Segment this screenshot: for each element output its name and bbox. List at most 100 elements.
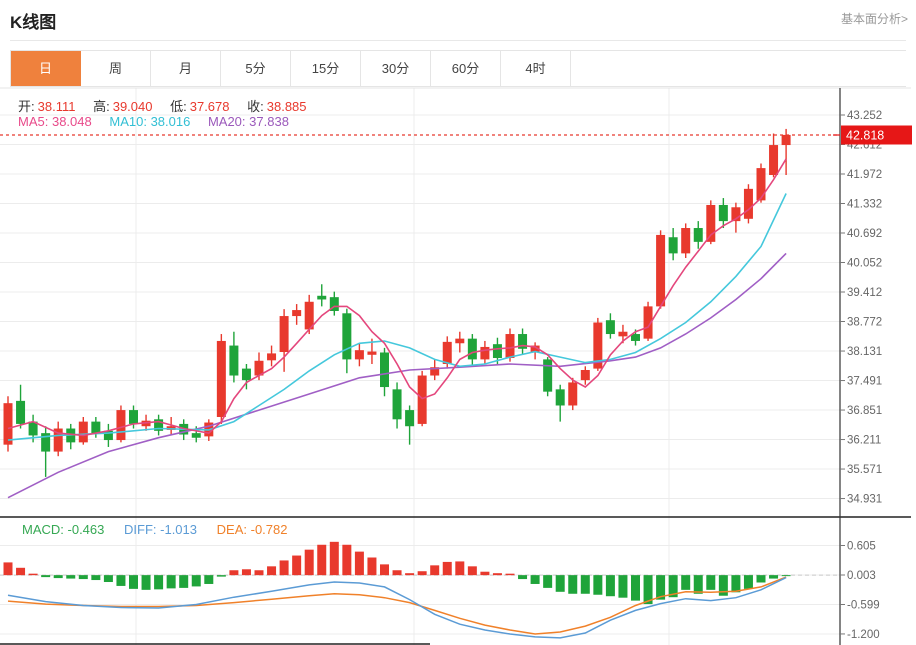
y-axis-label: 37.491: [847, 376, 882, 388]
candle[interactable]: [79, 417, 88, 445]
candle-body: [455, 339, 464, 344]
candle[interactable]: [468, 334, 477, 366]
y-axis-label: 38.131: [847, 346, 882, 358]
macd-bar: [393, 570, 402, 575]
macd-bar: [280, 560, 289, 575]
candle[interactable]: [430, 359, 439, 380]
macd-bar: [242, 569, 251, 575]
candle[interactable]: [66, 424, 75, 449]
candle[interactable]: [606, 313, 615, 338]
macd-bar: [355, 552, 364, 576]
macd-bar: [581, 575, 590, 594]
candle-body: [367, 352, 376, 355]
candle[interactable]: [744, 184, 753, 223]
candle-body: [418, 376, 427, 424]
macd-bar: [330, 542, 339, 575]
macd-bar: [367, 558, 376, 576]
candle[interactable]: [116, 405, 125, 442]
candlestick-series: [4, 129, 791, 477]
y-axis-label: 35.571: [847, 464, 882, 476]
candle[interactable]: [317, 284, 326, 306]
candle-body: [480, 347, 489, 359]
candle[interactable]: [229, 332, 238, 383]
macd-bar: [129, 575, 138, 589]
macd-bar: [167, 575, 176, 588]
candle[interactable]: [656, 230, 665, 308]
candle-body: [694, 228, 703, 242]
close-label: 收:: [247, 99, 264, 114]
diff-value: -1.013: [160, 522, 197, 537]
candle[interactable]: [342, 309, 351, 374]
candle[interactable]: [330, 292, 339, 316]
candle[interactable]: [54, 422, 63, 457]
low-value: 37.678: [190, 99, 230, 114]
macd-bar: [518, 575, 527, 579]
candle[interactable]: [681, 223, 690, 258]
macd-bar: [480, 572, 489, 575]
macd-bar: [79, 575, 88, 579]
macd-bar: [29, 574, 38, 575]
candle[interactable]: [480, 341, 489, 364]
candle[interactable]: [543, 357, 552, 396]
macd-histogram: [0, 542, 840, 604]
candle-body: [543, 359, 552, 391]
macd-bar: [317, 545, 326, 575]
candle[interactable]: [393, 382, 402, 428]
macd-info-bar: MACD: -0.463 DIFF: -1.013 DEA: -0.782: [22, 522, 287, 537]
macd-bar: [681, 575, 690, 590]
candle[interactable]: [581, 366, 590, 384]
candle[interactable]: [91, 417, 100, 438]
macd-bar: [405, 573, 414, 575]
candle[interactable]: [16, 385, 25, 429]
candle[interactable]: [706, 200, 715, 244]
y-axis-label: 34.931: [847, 494, 882, 506]
candle[interactable]: [280, 309, 289, 372]
candle[interactable]: [694, 221, 703, 249]
candle-body: [342, 313, 351, 359]
candle[interactable]: [455, 332, 464, 353]
candle[interactable]: [769, 134, 778, 178]
candle[interactable]: [782, 129, 791, 175]
y-axis-label: 0.605: [847, 541, 876, 553]
candle-body: [267, 353, 276, 360]
candle-body: [656, 235, 665, 306]
macd-bar: [305, 550, 314, 575]
y-axis-label: 38.772: [847, 317, 882, 329]
high-value: 39.040: [113, 99, 153, 114]
macd-bar: [418, 571, 427, 575]
macd-bar: [757, 575, 766, 582]
candle[interactable]: [556, 385, 565, 422]
macd-bar: [618, 575, 627, 598]
candle[interactable]: [217, 334, 226, 424]
macd-bar: [142, 575, 151, 590]
macd-bar: [531, 575, 540, 584]
candle-body: [355, 350, 364, 359]
y-axis-label: 39.412: [847, 287, 882, 299]
candle[interactable]: [380, 348, 389, 396]
candle-body: [393, 389, 402, 419]
candle-body: [380, 352, 389, 387]
candle[interactable]: [405, 405, 414, 444]
candle[interactable]: [154, 415, 163, 436]
candle[interactable]: [355, 343, 364, 366]
macd-bar: [744, 575, 753, 589]
candle[interactable]: [104, 424, 113, 447]
candle[interactable]: [305, 295, 314, 334]
macd-value: -0.463: [68, 522, 105, 537]
macd-bar: [54, 575, 63, 578]
candle[interactable]: [731, 203, 740, 233]
candle-body: [79, 422, 88, 443]
candle[interactable]: [4, 396, 13, 451]
ma20-label: MA20:: [208, 114, 246, 129]
ma-info-bar: MA5: 38.048 MA10: 38.016 MA20: 37.838: [18, 114, 289, 129]
macd-bar: [16, 568, 25, 575]
candle-body: [292, 310, 301, 316]
candle[interactable]: [267, 346, 276, 367]
candle-body: [405, 410, 414, 426]
candle-body: [744, 189, 753, 219]
candle-body: [4, 403, 13, 444]
macd-bar: [593, 575, 602, 595]
macd-bar: [493, 573, 502, 575]
macd-bar: [104, 575, 113, 582]
macd-bar: [506, 574, 515, 575]
